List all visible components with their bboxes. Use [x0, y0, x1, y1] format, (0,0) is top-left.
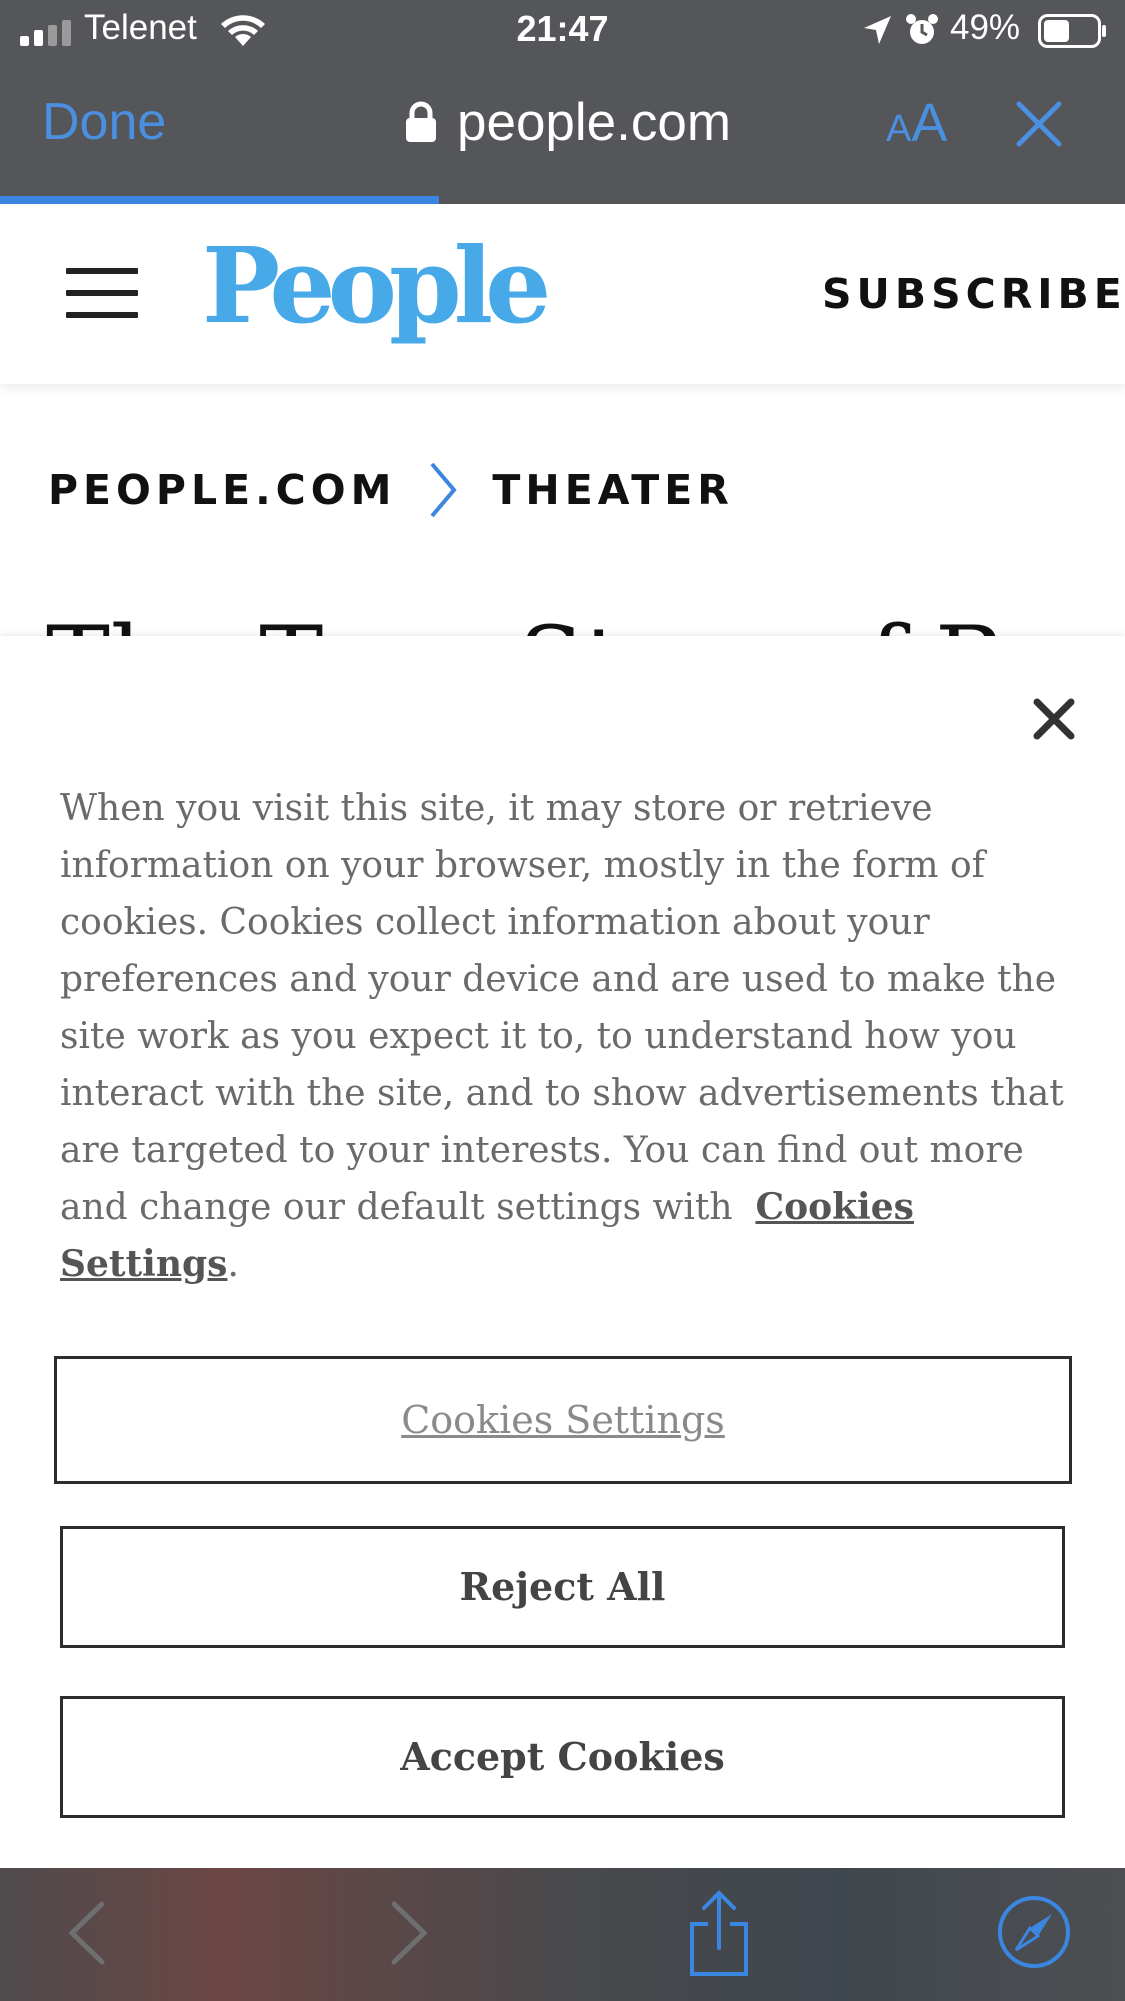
- consent-trailing: .: [227, 1244, 239, 1285]
- forward-icon[interactable]: [388, 1900, 432, 1966]
- location-arrow-icon: [864, 16, 891, 44]
- breadcrumb: PEOPLE.COM THEATER: [48, 462, 734, 518]
- url-text: people.com: [457, 92, 732, 152]
- address-bar[interactable]: people.com: [405, 90, 731, 154]
- text-size-large: A: [911, 93, 948, 153]
- site-header: People SUBSCRIBE: [0, 204, 1125, 384]
- menu-icon[interactable]: [66, 268, 138, 318]
- article-title-partial: The True Story of Beauty: [46, 598, 1086, 638]
- people-logo[interactable]: People: [202, 224, 551, 347]
- article-title: The True Story of Beauty: [46, 606, 1086, 638]
- subscribe-link[interactable]: SUBSCRIBE: [822, 270, 1125, 318]
- done-button[interactable]: Done: [42, 92, 166, 152]
- compass-icon[interactable]: [996, 1894, 1072, 1970]
- consent-message: When you visit this site, it may store o…: [60, 780, 1070, 1293]
- text-size-small: A: [886, 108, 912, 150]
- cookies-settings-button[interactable]: Cookies Settings: [54, 1356, 1072, 1484]
- page-load-progress-bar: [0, 196, 1125, 204]
- close-icon[interactable]: [1033, 698, 1075, 740]
- share-icon[interactable]: [686, 1890, 752, 1978]
- browser-bottom-toolbar: [0, 1868, 1125, 2001]
- lock-icon: [406, 101, 436, 142]
- progress-fill: [0, 196, 439, 204]
- status-bar: Telenet 21:47 49%: [0, 0, 1125, 62]
- text-size-button[interactable]: AA: [886, 92, 947, 154]
- chevron-right-icon: [430, 462, 458, 518]
- back-icon[interactable]: [64, 1900, 108, 1966]
- reject-all-button[interactable]: Reject All: [60, 1526, 1065, 1648]
- cookie-consent-dialog: When you visit this site, it may store o…: [0, 636, 1125, 1868]
- accept-cookies-button[interactable]: Accept Cookies: [60, 1696, 1065, 1818]
- browser-top-bar: Done people.com AA: [0, 62, 1125, 204]
- close-browser-icon[interactable]: [1015, 100, 1063, 148]
- battery-percentage: 49%: [950, 8, 1021, 47]
- alarm-icon: [906, 14, 938, 44]
- breadcrumb-item-home[interactable]: PEOPLE.COM: [48, 466, 396, 514]
- battery-icon: [1038, 14, 1106, 48]
- breadcrumb-item-theater[interactable]: THEATER: [492, 466, 733, 514]
- consent-body-text: When you visit this site, it may store o…: [60, 788, 1064, 1228]
